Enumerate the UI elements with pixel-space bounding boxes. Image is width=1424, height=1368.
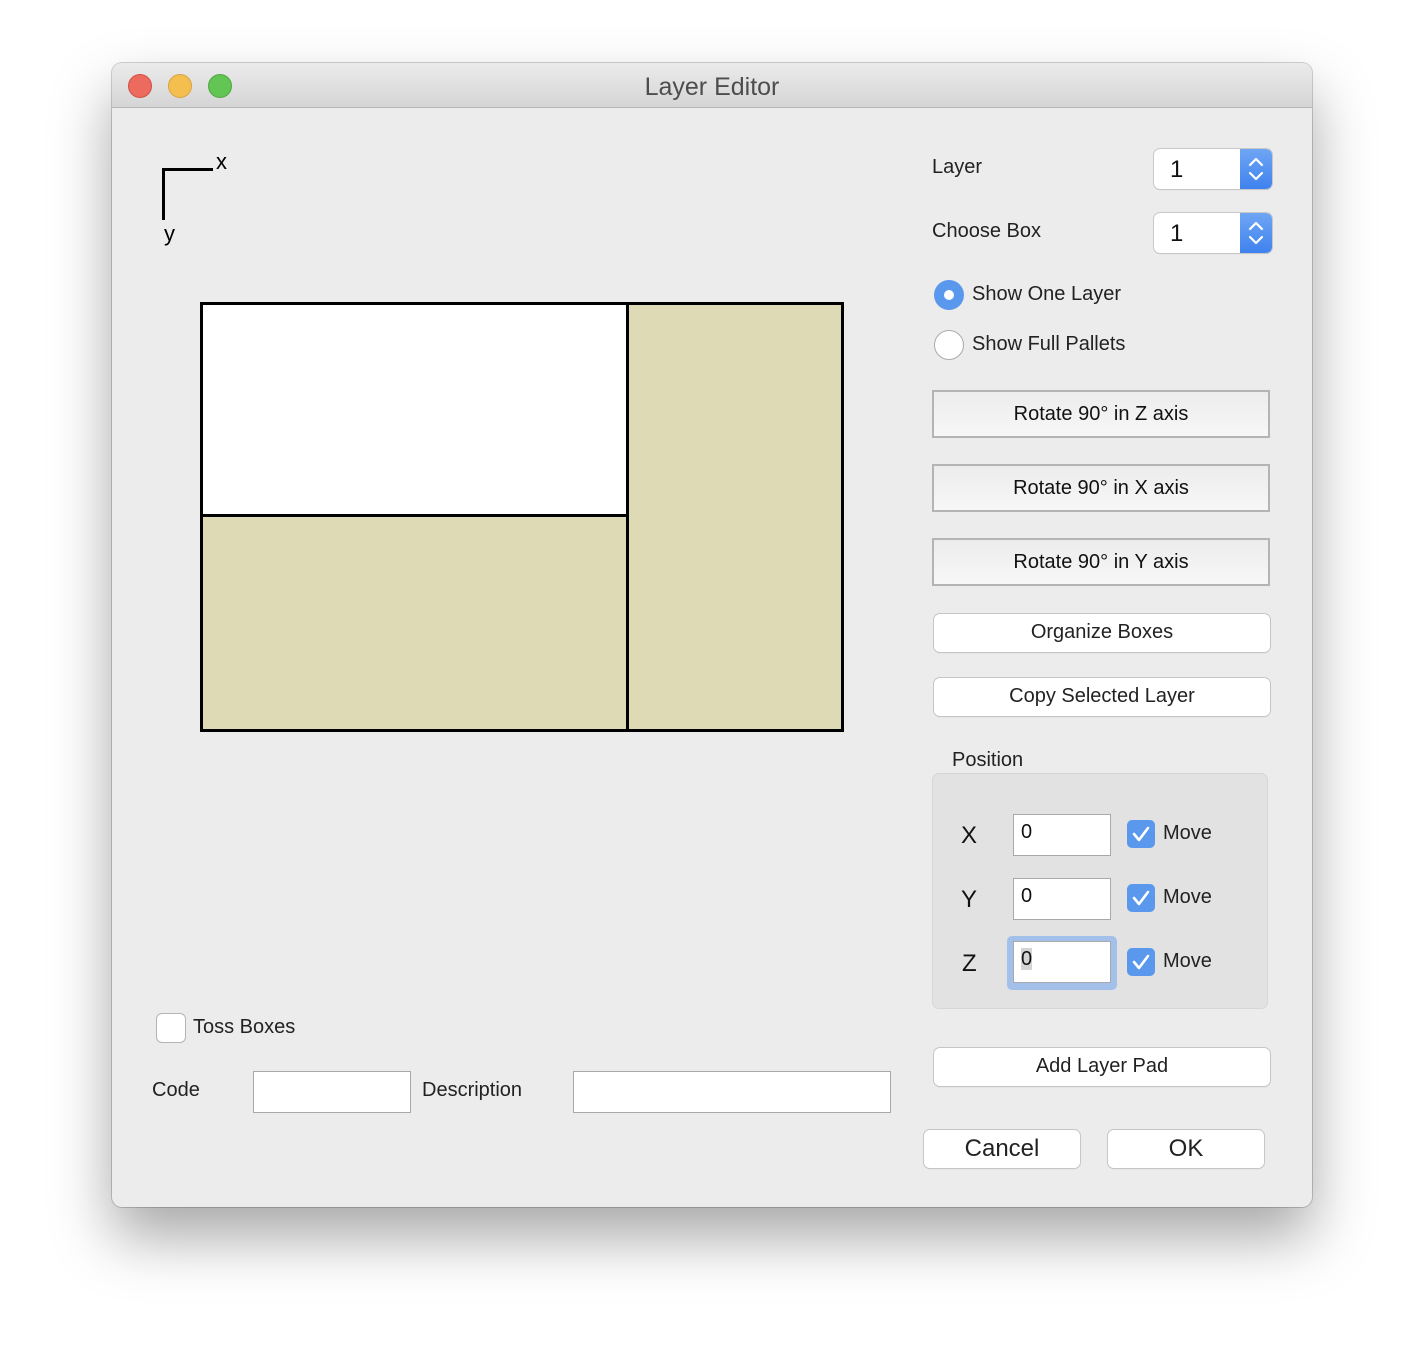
layer-stepper[interactable]: 1 <box>1154 149 1272 189</box>
cancel-button[interactable]: Cancel <box>924 1130 1080 1168</box>
z-position-input[interactable]: 0 <box>1013 941 1111 983</box>
y-position-input[interactable]: 0 <box>1013 878 1111 920</box>
checkmark-icon <box>1132 826 1150 842</box>
position-group: X 0 Move Y 0 Move Z 0 Move <box>932 773 1268 1009</box>
organize-boxes-button[interactable]: Organize Boxes <box>934 614 1270 652</box>
description-input[interactable] <box>573 1071 891 1113</box>
z-move-checkbox[interactable] <box>1127 948 1155 976</box>
box-2[interactable] <box>200 514 630 732</box>
layer-value: 1 <box>1170 156 1184 183</box>
position-group-title: Position <box>952 749 1024 771</box>
x-axis-label: X <box>961 822 978 849</box>
choose-box-stepper[interactable]: 1 <box>1154 213 1272 253</box>
choose-box-label: Choose Box <box>932 220 1041 242</box>
window-title: Layer Editor <box>644 73 780 101</box>
description-label: Description <box>422 1079 523 1101</box>
rotate-y-button[interactable]: Rotate 90° in Y axis <box>932 538 1270 586</box>
toss-boxes-label[interactable]: Toss Boxes <box>193 1016 295 1039</box>
show-full-pallets-label[interactable]: Show Full Pallets <box>972 333 1125 356</box>
layer-canvas[interactable] <box>200 302 844 732</box>
y-axis-line <box>162 168 165 220</box>
x-move-label[interactable]: Move <box>1163 822 1212 845</box>
layer-editor-window: Layer Editor x y Layer 1 Choose Box 1 Sh… <box>112 63 1312 1207</box>
radio-unselected-icon[interactable] <box>934 330 964 360</box>
show-one-layer-label[interactable]: Show One Layer <box>972 283 1121 306</box>
y-move-label[interactable]: Move <box>1163 886 1212 909</box>
y-move-checkbox[interactable] <box>1127 884 1155 912</box>
ok-button[interactable]: OK <box>1108 1130 1264 1168</box>
code-input[interactable] <box>253 1071 411 1113</box>
choose-box-value: 1 <box>1170 220 1184 247</box>
layer-label: Layer <box>932 156 983 178</box>
y-axis-label: Y <box>961 886 978 913</box>
z-move-label[interactable]: Move <box>1163 950 1212 973</box>
checkmark-icon <box>1132 890 1150 906</box>
stepper-arrows-icon[interactable] <box>1240 213 1272 253</box>
x-move-checkbox[interactable] <box>1127 820 1155 848</box>
rotate-x-button[interactable]: Rotate 90° in X axis <box>932 464 1270 512</box>
x-axis-label: x <box>216 149 227 174</box>
add-layer-pad-button[interactable]: Add Layer Pad <box>934 1048 1270 1086</box>
copy-selected-layer-button[interactable]: Copy Selected Layer <box>934 678 1270 716</box>
radio-selected-icon[interactable] <box>934 280 964 310</box>
z-axis-label: Z <box>962 950 977 977</box>
box-1[interactable] <box>200 302 630 517</box>
title-bar[interactable]: Layer Editor <box>112 63 1312 108</box>
box-3[interactable] <box>626 302 844 732</box>
checkmark-icon <box>1132 954 1150 970</box>
x-position-input[interactable]: 0 <box>1013 814 1111 856</box>
y-axis-label: y <box>164 221 175 246</box>
x-axis-line <box>162 168 213 171</box>
code-label: Code <box>152 1079 200 1101</box>
z-position-value: 0 <box>1021 948 1033 970</box>
toss-boxes-checkbox[interactable] <box>157 1014 185 1042</box>
rotate-z-button[interactable]: Rotate 90° in Z axis <box>932 390 1270 438</box>
stepper-arrows-icon[interactable] <box>1240 149 1272 189</box>
